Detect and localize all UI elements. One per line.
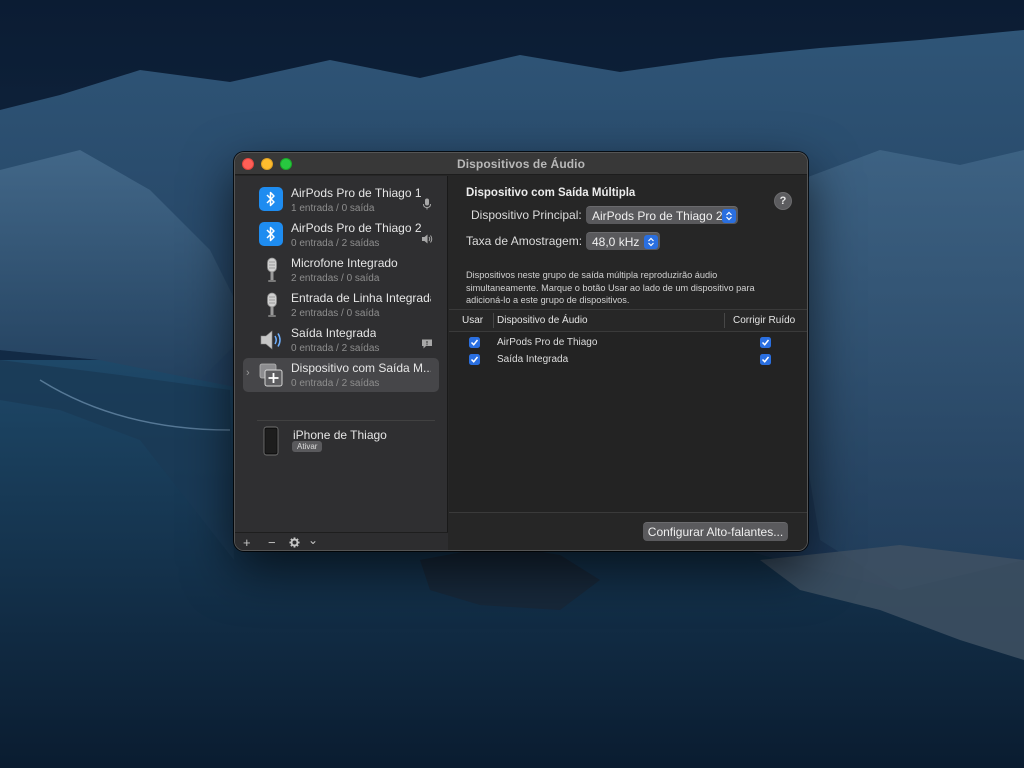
use-checkbox[interactable] <box>469 354 480 365</box>
iphone-icon <box>263 426 279 456</box>
device-item-airpods-2[interactable]: AirPods Pro de Thiago 2 0 entrada / 2 sa… <box>243 218 439 252</box>
alert-bubble-icon <box>422 339 432 349</box>
subdevice-name: Saída Integrada <box>497 354 569 365</box>
close-button[interactable] <box>242 158 254 170</box>
device-name: AirPods Pro de Thiago 1 <box>291 186 422 200</box>
sidebar-toolbar: + − ⌄ <box>235 532 448 550</box>
column-divider <box>493 313 494 328</box>
configure-speakers-button[interactable]: Configurar Alto-falantes... <box>643 522 788 541</box>
device-channels: 0 entrada / 2 saídas <box>291 238 380 249</box>
device-channels: 2 entradas / 0 saída <box>291 308 380 319</box>
description-line: adicioná-lo a este grupo de dispositivos… <box>466 295 630 305</box>
speaker-device-icon <box>260 330 281 350</box>
add-device-button[interactable]: + <box>243 535 251 550</box>
column-divider <box>724 313 725 328</box>
multi-output-icon <box>259 363 283 387</box>
sample-rate-label: Taxa de Amostragem: <box>466 234 583 248</box>
device-item-multi-output[interactable]: › Dispositivo com Saída M... 0 entrada /… <box>243 358 439 392</box>
subdevice-table: Usar Dispositivo de Áudio Corrigir Ruído… <box>449 309 807 512</box>
sample-rate-popup[interactable]: 48,0 kHz <box>586 232 660 250</box>
master-device-label: Dispositivo Principal: <box>471 208 582 222</box>
drift-correction-checkbox[interactable] <box>760 354 771 365</box>
device-channels: 0 entrada / 2 saídas <box>291 343 380 354</box>
window-title: Dispositivos de Áudio <box>456 156 586 171</box>
master-device-popup[interactable]: AirPods Pro de Thiago 2 <box>586 206 738 224</box>
master-device-value: AirPods Pro de Thiago 2 <box>592 209 723 223</box>
device-list-sidebar: AirPods Pro de Thiago 1 1 entrada / 0 sa… <box>235 176 448 550</box>
title-bar[interactable]: Dispositivos de Áudio <box>235 153 807 175</box>
column-header-device[interactable]: Dispositivo de Áudio <box>497 315 588 326</box>
subdevice-name: AirPods Pro de Thiago <box>497 337 598 348</box>
panel-footer: Configurar Alto-falantes... <box>449 512 807 550</box>
minimize-button[interactable] <box>261 158 273 170</box>
device-name: Saída Integrada <box>291 326 377 340</box>
table-header: Usar Dispositivo de Áudio Corrigir Ruído <box>449 310 807 332</box>
disclosure-chevron-icon[interactable]: › <box>246 367 250 379</box>
device-detail-panel: Dispositivo com Saída Múltipla ? Disposi… <box>449 176 807 550</box>
device-item-line-in[interactable]: Entrada de Linha Integrada 2 entradas / … <box>243 288 439 322</box>
microphone-device-icon <box>267 292 277 317</box>
device-item-iphone[interactable]: iPhone de Thiago <box>243 424 439 460</box>
sample-rate-value: 48,0 kHz <box>592 235 640 249</box>
device-channels: 0 entrada / 2 saídas <box>291 378 380 389</box>
microphone-device-icon <box>267 257 277 282</box>
device-name: AirPods Pro de Thiago 2 <box>291 221 422 235</box>
device-name: Dispositivo com Saída M... <box>291 361 431 375</box>
table-row: Saída Integrada <box>449 352 807 369</box>
gear-icon[interactable] <box>289 537 300 548</box>
description-line: Dispositivos neste grupo de saída múltip… <box>466 270 718 280</box>
device-item-airpods-1[interactable]: AirPods Pro de Thiago 1 1 entrada / 0 sa… <box>243 183 439 217</box>
remove-device-button[interactable]: − <box>268 535 276 550</box>
gear-menu-caret-icon[interactable]: ⌄ <box>308 533 318 547</box>
table-row: AirPods Pro de Thiago <box>449 335 807 352</box>
drift-correction-checkbox[interactable] <box>760 337 771 348</box>
device-name: iPhone de Thiago <box>293 428 387 442</box>
sidebar-divider <box>257 420 435 421</box>
column-header-drift-correction[interactable]: Corrigir Ruído <box>733 315 795 326</box>
panel-heading: Dispositivo com Saída Múltipla <box>466 187 636 199</box>
multi-output-description: Dispositivos neste grupo de saída múltip… <box>466 269 796 307</box>
column-header-use[interactable]: Usar <box>462 315 483 326</box>
speaker-icon <box>422 234 433 244</box>
popup-arrows-icon <box>644 235 658 249</box>
device-name: Entrada de Linha Integrada <box>291 291 431 305</box>
audio-devices-window: Dispositivos de Áudio AirPods Pro de Thi… <box>234 152 808 551</box>
popup-arrows-icon <box>722 209 736 223</box>
device-item-built-in-output[interactable]: Saída Integrada 0 entrada / 2 saídas <box>243 323 439 357</box>
help-button[interactable]: ? <box>774 192 792 210</box>
use-checkbox[interactable] <box>469 337 480 348</box>
activate-button[interactable]: Ativar <box>292 441 323 452</box>
device-name: Microfone Integrado <box>291 256 398 270</box>
microphone-icon <box>423 198 431 210</box>
bluetooth-icon <box>259 187 285 213</box>
window-controls <box>242 158 292 170</box>
bluetooth-icon <box>259 222 285 248</box>
device-item-built-in-microphone[interactable]: Microfone Integrado 2 entradas / 0 saída <box>243 253 439 287</box>
zoom-button[interactable] <box>280 158 292 170</box>
device-channels: 1 entrada / 0 saída <box>291 203 375 214</box>
device-channels: 2 entradas / 0 saída <box>291 273 380 284</box>
description-line: simultaneamente. Marque o botão Usar ao … <box>466 282 755 293</box>
